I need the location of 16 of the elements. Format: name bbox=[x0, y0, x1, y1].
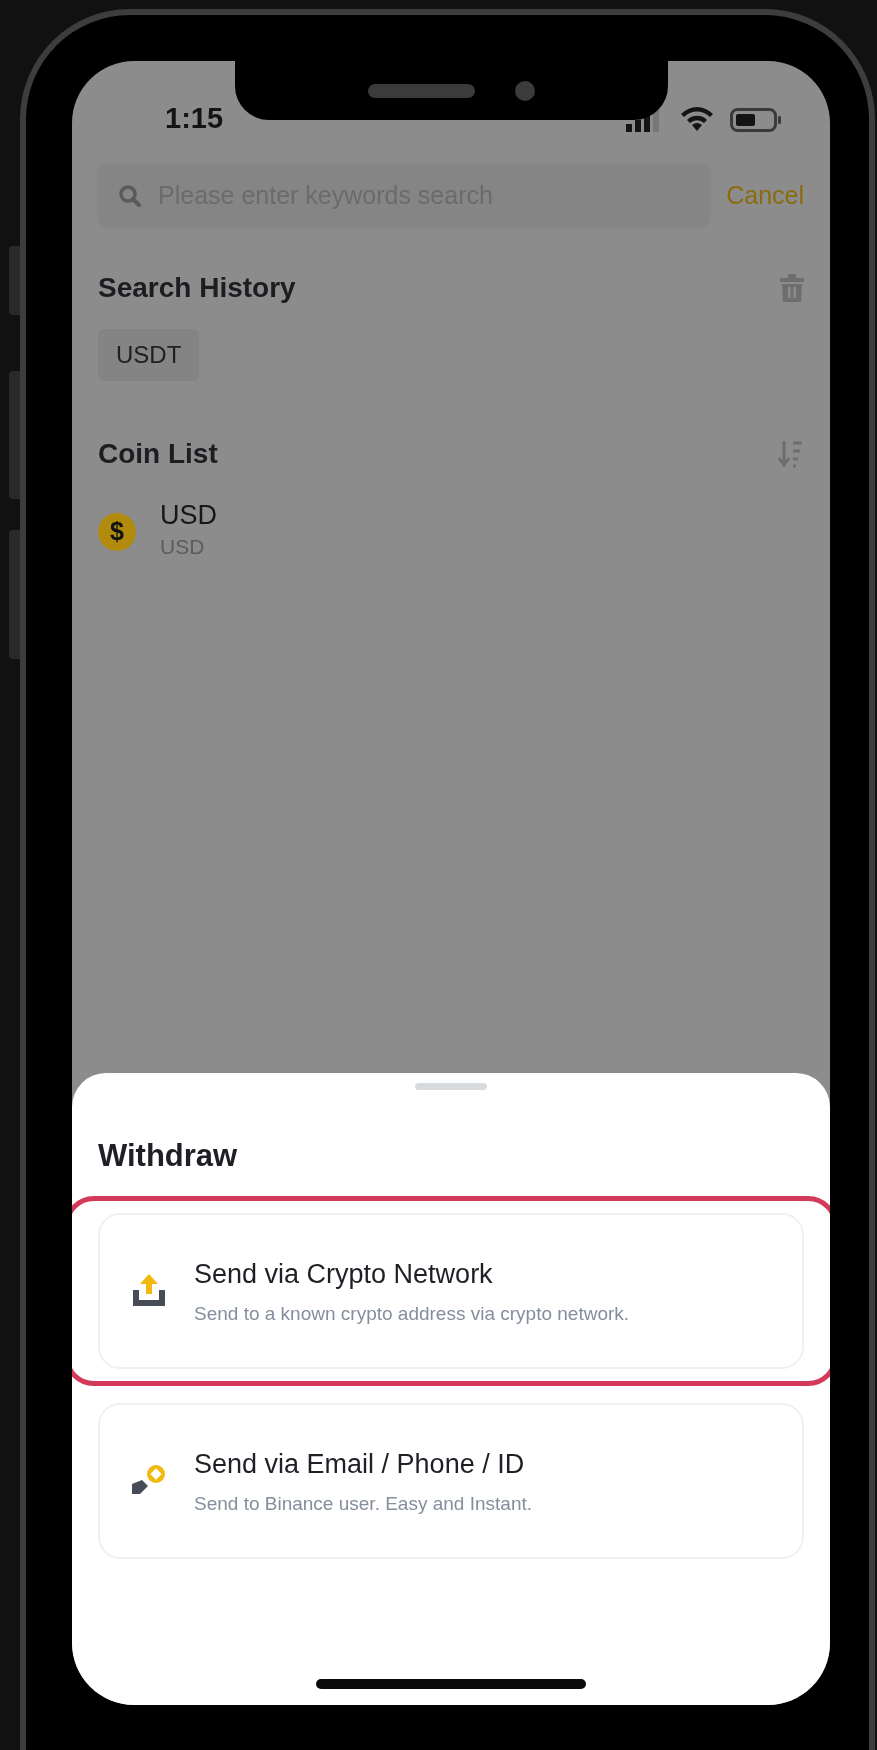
history-chip[interactable]: USDT bbox=[98, 329, 200, 381]
coin-name[interactable]: USD bbox=[160, 501, 217, 531]
sort-icon[interactable] bbox=[778, 439, 804, 469]
section-title: Search History bbox=[98, 271, 296, 305]
wifi-icon bbox=[680, 107, 714, 133]
drag-handle[interactable] bbox=[415, 1083, 487, 1090]
camera-dot bbox=[515, 80, 535, 101]
sheet-title: Withdraw bbox=[98, 1137, 239, 1175]
battery-icon bbox=[730, 107, 782, 133]
trash-icon[interactable] bbox=[780, 274, 804, 302]
coin-icon: $ bbox=[98, 512, 136, 551]
search-icon bbox=[118, 184, 142, 208]
section-title: Coin List bbox=[98, 437, 218, 471]
withdraw-option[interactable]: Send via Email / Phone / ID Send to Binance user. Easy and Instant. bbox=[98, 1403, 804, 1560]
status-time: 1:15 bbox=[165, 104, 224, 133]
withdraw-option[interactable]: Send via Crypto Network Send to a known crypto address via crypto network. bbox=[98, 1213, 804, 1370]
